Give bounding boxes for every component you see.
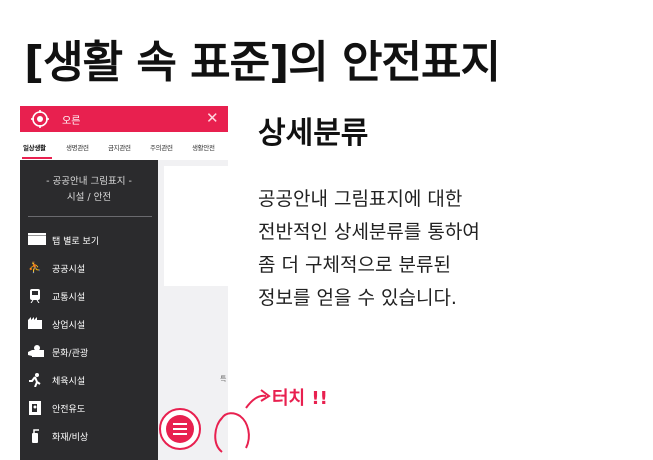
touch-label: 터치 !! bbox=[272, 388, 328, 409]
menu-icon bbox=[166, 415, 194, 443]
sidebar-item-fire[interactable]: 화재/비상 bbox=[28, 427, 156, 445]
running-icon bbox=[28, 373, 42, 388]
sidebar-item-label: 안전유도 bbox=[52, 405, 86, 415]
close-icon[interactable]: ✕ bbox=[206, 109, 219, 127]
menu-fab-button[interactable] bbox=[159, 408, 201, 450]
description-line: 전반적인 상세분류를 통하여 bbox=[258, 221, 480, 243]
tab-daily-life[interactable]: 일상생활 bbox=[23, 142, 46, 152]
sidebar-item-transport[interactable]: 교통시설 bbox=[28, 287, 156, 305]
phone-screenshot: 오른 ✕ 일상생활 생명관련 금지관련 주의관련 생활안전 - 공공안내 그림표… bbox=[20, 106, 228, 460]
sidebar-item-label: 문화/관광 bbox=[52, 349, 89, 359]
description-line: 공공안내 그림표지에 대한 bbox=[258, 188, 463, 210]
sidebar-item-label: 공공시설 bbox=[52, 265, 86, 275]
search-input[interactable]: 오른 bbox=[62, 112, 80, 127]
sidebar-item-label: 탭 별로 보기 bbox=[52, 237, 100, 247]
headline: [생활 속 표준]의 안전표지 bbox=[24, 37, 501, 88]
section-title: 상세분류 bbox=[258, 116, 369, 151]
sidebar-item-label: 체육시설 bbox=[52, 377, 86, 387]
sidebar-divider bbox=[28, 216, 152, 217]
exit-icon bbox=[28, 401, 42, 415]
tab-safety[interactable]: 생활안전 bbox=[192, 142, 215, 152]
tab-life[interactable]: 생명관련 bbox=[66, 142, 89, 152]
description-line: 정보를 얻을 수 있습니다. bbox=[258, 287, 457, 309]
active-tab-indicator bbox=[22, 157, 52, 159]
sidebar-heading-line2: 시설 / 안전 bbox=[66, 192, 112, 203]
public-facility-icon: ⛹ bbox=[28, 261, 42, 274]
fire-extinguisher-icon bbox=[28, 429, 42, 443]
camera-icon bbox=[28, 345, 44, 359]
sidebar-heading-line1: - 공공안내 그림표지 - bbox=[46, 176, 132, 187]
train-icon bbox=[28, 289, 42, 304]
app-top-bar: 오른 ✕ bbox=[20, 106, 228, 132]
description: 공공안내 그림표지에 대한 전반적인 상세분류를 통하여 좀 더 구체적으로 분… bbox=[258, 183, 638, 315]
sidebar-menu: - 공공안내 그림표지 - 시설 / 안전 탭 별로 보기 ⛹ 공공시설 교통시… bbox=[20, 160, 158, 460]
tab-caution[interactable]: 주의관련 bbox=[150, 142, 173, 152]
category-tabs: 일상생활 생명관련 금지관련 주의관련 생활안전 bbox=[20, 132, 228, 161]
tab-prohibition[interactable]: 금지관련 bbox=[108, 142, 131, 152]
sidebar-item-safety-guide[interactable]: 안전유도 bbox=[28, 399, 156, 417]
sidebar-heading: - 공공안내 그림표지 - 시설 / 안전 bbox=[20, 174, 158, 206]
sidebar-item-label: 교통시설 bbox=[52, 293, 86, 303]
app-logo-icon[interactable] bbox=[30, 109, 50, 129]
sidebar-item-label: 상업시설 bbox=[52, 321, 86, 331]
content-card[interactable] bbox=[164, 166, 228, 286]
sidebar-item-view-by-tab[interactable]: 탭 별로 보기 bbox=[28, 231, 156, 249]
sidebar-item-sports[interactable]: 체육시설 bbox=[28, 371, 156, 389]
sidebar-item-label: 화재/비상 bbox=[52, 433, 89, 443]
sidebar-item-commercial[interactable]: 상업시설 bbox=[28, 315, 156, 333]
touch-hand-icon bbox=[214, 389, 271, 453]
sidebar-item-culture[interactable]: 문화/관광 bbox=[28, 343, 156, 361]
content-text: 특 bbox=[220, 375, 227, 383]
description-line: 좀 더 구체적으로 분류된 bbox=[258, 254, 451, 276]
sidebar-item-public-facility[interactable]: ⛹ 공공시설 bbox=[28, 259, 156, 277]
shop-icon bbox=[28, 317, 42, 331]
clapper-icon bbox=[28, 233, 46, 247]
